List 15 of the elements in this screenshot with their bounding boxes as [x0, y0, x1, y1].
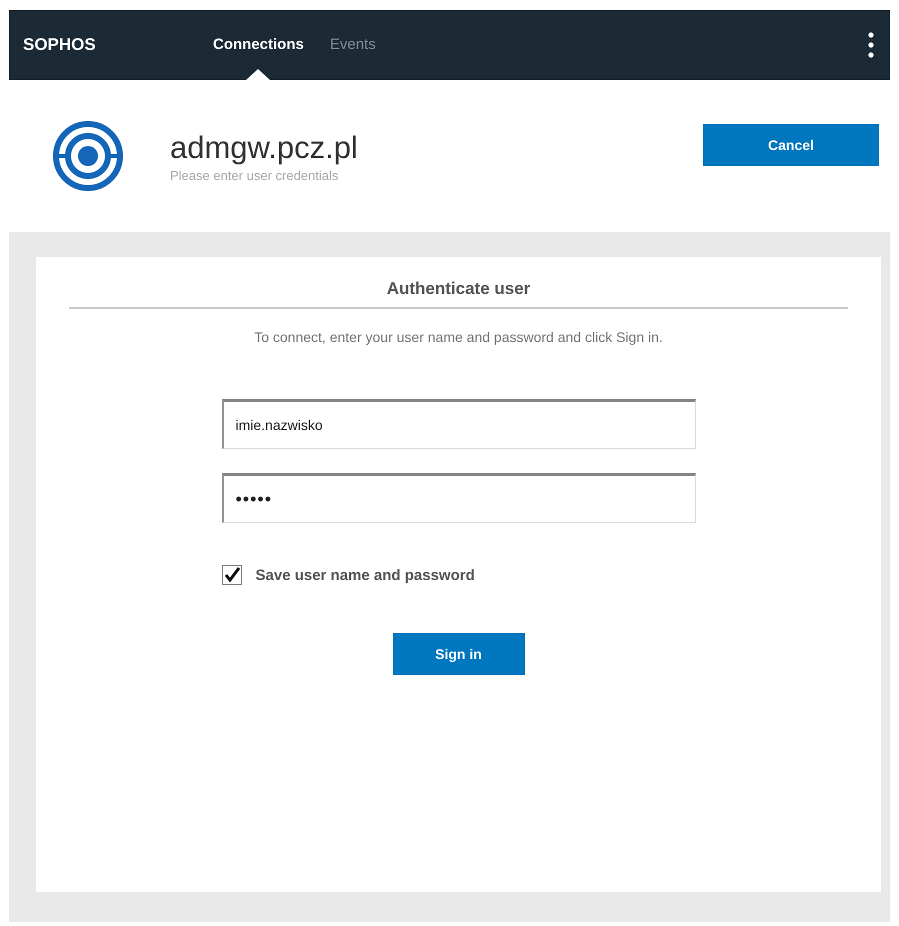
- checkbox-label: Save user name and password: [256, 566, 475, 584]
- more-options-icon[interactable]: [868, 32, 874, 58]
- subtitle: Please enter user credentials: [170, 168, 340, 182]
- cancel-button[interactable]: Cancel: [703, 124, 879, 166]
- form-heading: Authenticate user: [69, 257, 848, 309]
- password-field[interactable]: •••••: [222, 473, 696, 523]
- sign-in-button[interactable]: Sign in: [392, 633, 524, 675]
- host-title: admgw.pcz.pl: [170, 130, 359, 166]
- checkbox[interactable]: [222, 565, 242, 585]
- target-icon: [52, 120, 124, 192]
- brand-logo: SOPHOS: [23, 35, 97, 55]
- nav-tab[interactable]: Connections: [213, 10, 304, 80]
- instructions: To connect, enter your user name and password and click Sign in.: [254, 329, 663, 345]
- nav-tab[interactable]: Events: [330, 10, 376, 80]
- username-field[interactable]: imie.nazwisko: [222, 399, 696, 449]
